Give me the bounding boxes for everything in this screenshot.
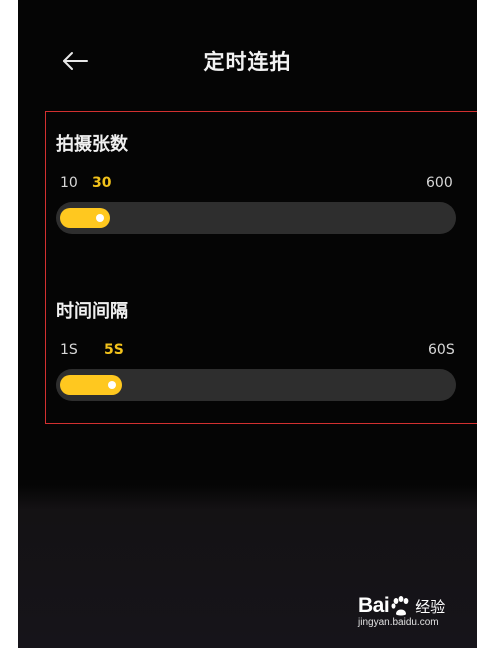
shot-count-label: 拍摄张数 <box>56 134 128 155</box>
interval-current-value: 5S <box>104 342 124 358</box>
shot-count-min-label: 10 <box>60 175 78 191</box>
shot-count-slider-fill <box>60 208 110 228</box>
interval-min-label: 1S <box>60 342 78 358</box>
watermark-suffix: 经验 <box>415 598 446 616</box>
baidu-watermark: Bai 经验 jingyan.baidu.com <box>358 594 477 628</box>
interval-max-label: 60S <box>428 342 455 358</box>
watermark-url: jingyan.baidu.com <box>358 617 439 628</box>
shot-count-current-value: 30 <box>92 175 112 191</box>
page-title: 定时连拍 <box>203 50 292 74</box>
interval-slider[interactable] <box>56 369 456 401</box>
shot-count-slider-thumb[interactable] <box>96 214 104 222</box>
baidu-paw-icon <box>390 595 412 617</box>
shot-count-max-label: 600 <box>426 175 453 191</box>
watermark-brand: Bai <box>358 594 390 617</box>
shot-count-slider[interactable] <box>56 202 456 234</box>
interval-slider-thumb[interactable] <box>108 381 116 389</box>
camera-settings-screen: 定时连拍 拍摄张数 10 30 600 时间间隔 1S 5S 60S Bai 经… <box>18 0 477 648</box>
interval-label: 时间间隔 <box>56 301 128 322</box>
interval-slider-fill <box>60 375 122 395</box>
